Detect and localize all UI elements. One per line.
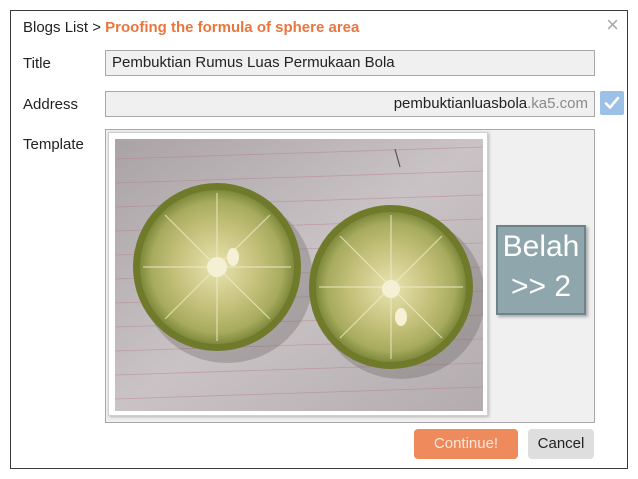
title-field[interactable]: Pembuktian Rumus Luas Permukaan Bola xyxy=(105,50,595,76)
title-label: Title xyxy=(23,55,51,72)
template-area: Belah >> 2 xyxy=(105,129,595,423)
dialog: Blogs List > Proofing the formula of sph… xyxy=(10,10,628,469)
split-button-line2: >> 2 xyxy=(510,270,572,303)
address-domain: .ka5.com xyxy=(527,95,588,112)
template-photo-frame[interactable] xyxy=(108,132,488,416)
breadcrumb-separator: > xyxy=(92,19,101,36)
breadcrumb: Blogs List > Proofing the formula of sph… xyxy=(23,19,359,36)
close-icon[interactable]: × xyxy=(606,13,619,37)
split-button[interactable]: Belah >> 2 xyxy=(496,225,586,315)
address-subdomain: pembuktianluasbola xyxy=(393,95,528,112)
breadcrumb-root-link[interactable]: Blogs List xyxy=(23,19,88,36)
check-icon[interactable] xyxy=(600,91,624,115)
template-label: Template xyxy=(23,136,84,153)
breadcrumb-current: Proofing the formula of sphere area xyxy=(105,19,360,36)
continue-button[interactable]: Continue! xyxy=(414,429,518,459)
address-field[interactable]: pembuktianluasbola.ka5.com xyxy=(105,91,595,117)
address-label: Address xyxy=(23,96,79,113)
split-button-line1: Belah xyxy=(502,230,580,263)
photo-icon xyxy=(115,139,483,411)
cancel-button[interactable]: Cancel xyxy=(528,429,594,459)
